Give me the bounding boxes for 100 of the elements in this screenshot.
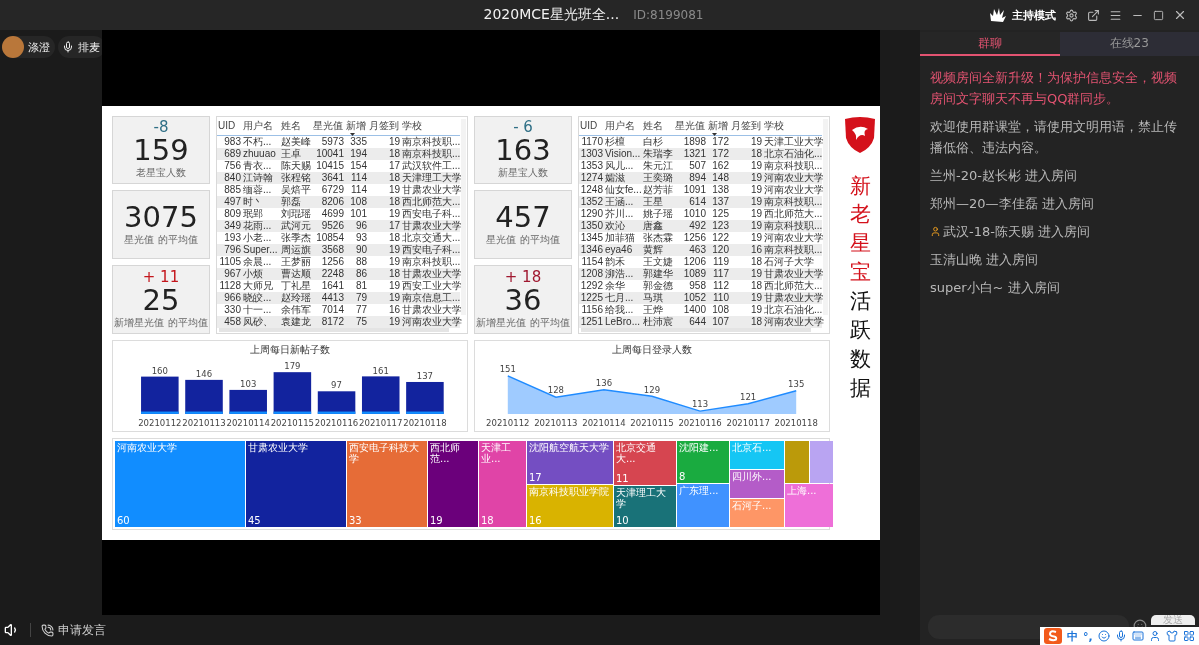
table-cell: 1292 — [579, 279, 604, 292]
request-speak-button[interactable]: 申请发言 — [41, 621, 106, 639]
table-cell: 西北师范大... — [401, 195, 462, 208]
table-cell-text: 凤砂、 — [242, 315, 274, 328]
ime-logo-icon[interactable] — [1044, 628, 1062, 644]
close-icon[interactable] — [1173, 8, 1187, 22]
tile-label: 天津工业... — [481, 441, 512, 464]
table-cell: 南京科技职... — [401, 135, 462, 148]
column-header[interactable]: 学校 — [401, 119, 460, 132]
table-cell: 甘肃农业大学 — [401, 183, 463, 196]
table-cell-text: 10041 — [315, 147, 345, 160]
axis-label: 20210114 — [582, 417, 626, 428]
table-cell: 1303 — [579, 147, 604, 160]
maximize-icon[interactable] — [1153, 9, 1164, 21]
column-header[interactable]: 姓名 — [280, 119, 312, 132]
table-cell: 甘肃农业大学 — [401, 303, 463, 316]
column-header[interactable]: UID — [579, 119, 604, 132]
data-label: 97 — [331, 379, 342, 390]
host-mode-label[interactable]: 主持模式 — [1012, 7, 1056, 23]
table-cell-text: 1010 — [682, 207, 707, 220]
table-cell: 1251 — [579, 315, 604, 328]
table-cell-text: 330 — [223, 303, 242, 316]
table-cell: 王文婕 — [642, 255, 674, 268]
column-header[interactable]: 学校 — [763, 119, 822, 132]
table-cell: 丁礼星 — [280, 279, 312, 292]
table-cell-text: 101 — [349, 207, 368, 220]
vertical-scrollbar[interactable] — [823, 118, 828, 315]
ime-mode[interactable]: 中 — [1067, 628, 1078, 644]
table-cell: 西安电子科... — [401, 207, 462, 220]
tile-label: 河南农业大学 — [117, 441, 178, 453]
tile-label: 上海... — [787, 485, 818, 496]
treemap-tile[interactable]: 西北师范... 19 — [428, 440, 478, 527]
table-cell-text: 4413 — [320, 291, 345, 304]
table-cell: 甘肃农业大学 — [763, 291, 825, 304]
kpi-value: 25 — [142, 284, 180, 316]
treemap-tile[interactable] — [785, 440, 809, 483]
table-cell-text: 93 — [354, 231, 368, 244]
external-link-icon[interactable] — [1087, 8, 1100, 22]
user-chip[interactable]: 涤澄 — [2, 36, 55, 58]
horizontal-scrollbar[interactable] — [219, 327, 449, 332]
column-header[interactable]: 用户名 — [242, 119, 280, 132]
table-cell-text: 19 — [749, 171, 763, 184]
table-cell: 朱瑞李 — [642, 147, 674, 160]
column-header[interactable]: 星光值 — [674, 119, 707, 132]
kpi-value: 159 — [133, 135, 189, 167]
treemap-tile[interactable]: 四川外... — [730, 469, 784, 498]
treemap-tile[interactable]: 沈阳航空航天大学 17 — [527, 440, 613, 485]
smiley-icon[interactable] — [1097, 630, 1110, 642]
treemap-tile[interactable]: 北京交通大... 11 — [614, 440, 676, 486]
settings-icon[interactable] — [1065, 8, 1078, 22]
data-label: 179 — [284, 360, 301, 371]
column-header[interactable]: 星光值 — [312, 119, 345, 132]
table-cell-text: 349 — [223, 219, 242, 232]
table-cell-text: 117 — [712, 267, 730, 280]
column-header[interactable]: 用户名 — [604, 119, 642, 132]
table-cell-text: 5973 — [320, 135, 345, 148]
table-cell-text: 335 — [349, 135, 368, 148]
table-cell-text: 840 — [223, 171, 242, 184]
table-cell: 河南农业大学 — [763, 171, 825, 184]
menu-icon[interactable] — [1109, 8, 1122, 22]
column-header[interactable]: 月签到 — [368, 119, 401, 132]
grid-icon[interactable] — [1182, 630, 1195, 642]
chart-title: 上周每日新帖子数 — [250, 342, 330, 357]
column-header[interactable]: 姓名 — [642, 119, 674, 132]
microphone-icon[interactable] — [1114, 630, 1127, 642]
tile-value: 18 — [481, 514, 495, 526]
queue-button[interactable]: 排麦 — [58, 36, 105, 58]
column-header[interactable]: UID — [217, 119, 242, 132]
table-cell-text: 白杉 — [642, 135, 664, 148]
table-cell-text: 1105 — [218, 255, 242, 268]
table-cell-text: 689 — [223, 147, 242, 160]
table-cell: 张杰霖 — [642, 231, 674, 244]
kpi-delta: - 6 — [513, 119, 533, 136]
bar — [273, 371, 312, 414]
column-header[interactable]: 新增 — [707, 119, 730, 132]
tile-label: 广东理... — [679, 485, 720, 496]
table-cell-text: 138 — [711, 183, 730, 196]
treemap-tile[interactable]: 甘肃农业大学 45 — [246, 440, 346, 527]
vertical-scrollbar[interactable] — [461, 118, 466, 315]
table-cell-text: 120 — [711, 243, 730, 256]
treemap-tile[interactable]: 天津工业... 18 — [479, 440, 526, 527]
treemap-tile[interactable]: 天津理工大学 10 — [614, 486, 676, 527]
person-icon[interactable] — [1148, 630, 1161, 642]
table-cell-text: Super... — [242, 243, 279, 256]
table-cell: 1350 — [579, 219, 604, 232]
column-header[interactable]: 月签到 — [730, 119, 763, 132]
column-header[interactable]: 新增 — [345, 119, 368, 132]
horizontal-scrollbar[interactable] — [581, 327, 811, 332]
data-label: 128 — [547, 384, 564, 395]
ime-punctuation[interactable]: °, — [1083, 629, 1093, 643]
treemap-tile[interactable] — [809, 440, 833, 483]
table-cell-text: 孀滋 — [604, 171, 626, 184]
tile-value: 17 — [529, 472, 543, 484]
shield-logo-icon — [843, 115, 877, 154]
shirt-icon[interactable] — [1165, 630, 1178, 642]
table-cell-text: 19 — [749, 291, 763, 304]
table-cell-text: 16 — [749, 243, 763, 256]
chat-tab[interactable]: 在线23 — [1059, 32, 1199, 56]
table-cell: 天津工业大学 — [763, 135, 825, 148]
axis-label: 20210114 — [226, 417, 270, 428]
